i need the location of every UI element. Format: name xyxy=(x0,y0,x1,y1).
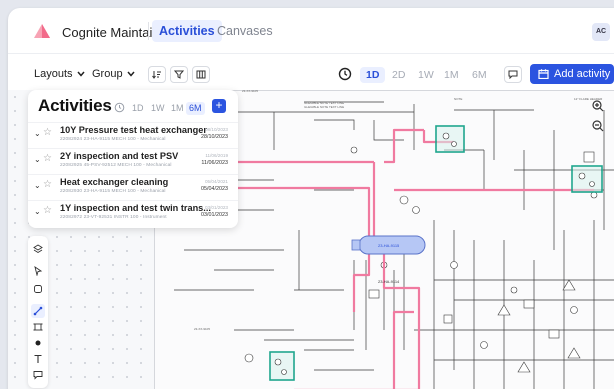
svg-text:NOTE: NOTE xyxy=(454,97,462,101)
tab-canvases[interactable]: Canvases xyxy=(210,20,280,42)
chevron-down-icon xyxy=(127,71,135,77)
list-item[interactable]: ⌄ ☆ Heat exchanger cleaning 22082930 23-… xyxy=(28,174,238,200)
chevron-down-icon xyxy=(76,71,85,77)
hx-label: 23-HA-9115 xyxy=(378,243,400,248)
hx-label-2: 23-HA-9114 xyxy=(378,279,400,284)
range-2d[interactable]: 2D xyxy=(386,67,411,83)
chevron-down-icon[interactable]: ⌄ xyxy=(34,207,41,216)
filter-icon[interactable] xyxy=(170,66,188,83)
app-title: Cognite Maintain xyxy=(62,25,160,40)
activity-date-start: 03/01/2023 xyxy=(205,205,228,210)
panel-add-button[interactable]: + xyxy=(212,99,226,113)
chevron-down-icon[interactable]: ⌄ xyxy=(34,181,41,190)
activity-meta: 22082924 23-HA-9115 MECH 100 - Mechanica… xyxy=(60,137,166,142)
panel-range-6m[interactable]: 6M xyxy=(186,102,205,115)
activity-date-end: 05/04/2023 xyxy=(201,186,228,192)
svg-text:23-XX-9105: 23-XX-9105 xyxy=(242,90,258,93)
list-item[interactable]: ⌄ ☆ 2Y inspection and test PSV 22082925 … xyxy=(28,148,238,174)
svg-text:ILLEGIBLE NOTE TEXT LINE: ILLEGIBLE NOTE TEXT LINE xyxy=(304,105,344,109)
panel-title: Activities xyxy=(38,96,112,115)
panel-range-1d[interactable]: 1D xyxy=(129,102,147,115)
activity-date-start: 08/10/2023 xyxy=(205,127,228,132)
range-6m[interactable]: 6M xyxy=(466,67,493,83)
dot-icon[interactable] xyxy=(31,336,45,350)
calendar-icon xyxy=(538,69,549,79)
layouts-label: Layouts xyxy=(34,68,73,80)
cognite-logo-icon xyxy=(34,24,50,38)
range-1d[interactable]: 1D xyxy=(360,67,386,83)
avatar[interactable]: AC xyxy=(592,23,610,41)
layers-icon[interactable] xyxy=(31,242,45,256)
add-activity-label: Add activity xyxy=(554,68,611,80)
comment-icon[interactable] xyxy=(31,368,45,382)
activity-date-start: 11/06/2019 xyxy=(205,153,228,158)
activity-meta: 22082930 23-HA-9115 MECH 100 - Mechanica… xyxy=(60,189,166,194)
add-activity-button[interactable]: Add activity xyxy=(530,64,614,84)
group-dropdown[interactable]: Group xyxy=(92,68,135,80)
svg-text:23-XX-9105: 23-XX-9105 xyxy=(194,327,210,331)
activity-meta: 22082972 23-VT-92531 INSTR 100 - Instrum… xyxy=(60,215,167,220)
activity-name: 1Y inspection and test twin trans... xyxy=(60,203,211,213)
text-icon[interactable] xyxy=(31,352,45,366)
panel-range-1w[interactable]: 1W xyxy=(148,102,168,115)
range-1m[interactable]: 1M xyxy=(438,67,465,83)
zoom-in-icon[interactable] xyxy=(588,96,608,116)
clock-icon[interactable] xyxy=(114,102,125,113)
list-item[interactable]: ⌄ ☆ 1Y inspection and test twin trans...… xyxy=(28,200,238,226)
star-icon[interactable]: ☆ xyxy=(43,179,52,190)
frame-icon[interactable] xyxy=(31,320,45,334)
zoom-out-icon[interactable] xyxy=(588,116,608,136)
cursor-icon[interactable] xyxy=(31,264,45,278)
sort-icon[interactable] xyxy=(148,66,166,83)
list-item[interactable]: ⌄ ☆ 10Y Pressure test heat exchanger 220… xyxy=(28,122,238,148)
activities-panel: Activities 1D 1W 1M 6M + ⌄ ☆ 10Y Pressur… xyxy=(28,90,238,228)
connector-icon[interactable] xyxy=(31,304,45,318)
columns-icon[interactable] xyxy=(192,66,210,83)
chevron-down-icon[interactable]: ⌄ xyxy=(34,129,41,138)
layouts-dropdown[interactable]: Layouts xyxy=(34,68,85,80)
clock-icon[interactable] xyxy=(338,67,352,81)
tool-rail xyxy=(28,236,48,388)
toolbar: Layouts Group 1D 2D 1W 1M 6M Add activit xyxy=(8,56,614,90)
range-1w[interactable]: 1W xyxy=(412,67,440,83)
activity-date-end: 11/06/2023 xyxy=(201,160,228,166)
activity-date-end: 03/01/2023 xyxy=(201,212,228,218)
sticky-note-icon[interactable] xyxy=(31,282,45,296)
activity-name: 10Y Pressure test heat exchanger xyxy=(60,125,207,135)
chevron-down-icon[interactable]: ⌄ xyxy=(34,155,41,164)
activity-date-start: 05/04/2021 xyxy=(205,179,228,184)
zoom-controls xyxy=(588,96,608,136)
panel-range-1m[interactable]: 1M xyxy=(168,102,187,115)
star-icon[interactable]: ☆ xyxy=(43,205,52,216)
divider xyxy=(148,22,149,40)
top-bar: Cognite Maintain Activities Canvases AC xyxy=(8,8,614,54)
activity-meta: 22082925 45-PSV-92512 MECH 100 - Mechani… xyxy=(60,163,172,168)
comment-icon[interactable] xyxy=(504,66,522,83)
activity-name: 2Y inspection and test PSV xyxy=(60,151,179,161)
activity-date-end: 28/10/2023 xyxy=(201,134,228,140)
group-label: Group xyxy=(92,68,123,80)
star-icon[interactable]: ☆ xyxy=(43,153,52,164)
star-icon[interactable]: ☆ xyxy=(43,127,52,138)
activity-name: Heat exchanger cleaning xyxy=(60,177,169,187)
